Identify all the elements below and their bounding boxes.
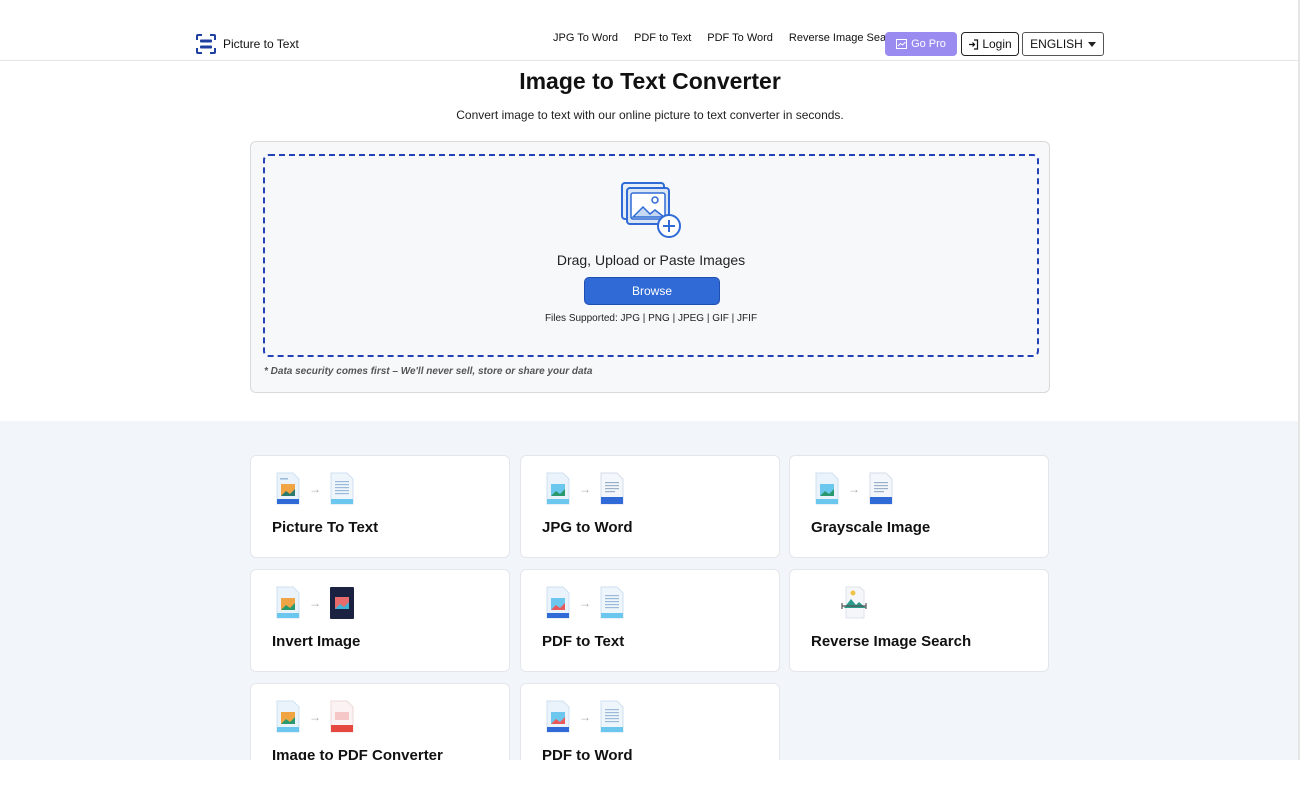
chart-icon xyxy=(896,39,908,49)
tool-card-grayscale-image[interactable]: → Grayscale Image xyxy=(789,455,1049,558)
tool-icons: → xyxy=(275,586,355,620)
txt-file-icon xyxy=(600,700,624,733)
login-icon xyxy=(969,38,979,50)
nav-pdf-to-word[interactable]: PDF To Word xyxy=(707,32,773,44)
arrow-icon: → xyxy=(309,596,321,610)
image-file-icon xyxy=(276,586,300,619)
jpg-file-icon xyxy=(815,472,839,505)
tool-icons: → xyxy=(545,700,625,734)
add-image-icon xyxy=(621,182,681,238)
tool-card-reverse-image-search[interactable]: Reverse Image Search xyxy=(789,569,1049,672)
site-header: Picture to Text JPG To Word PDF to Text … xyxy=(0,0,1300,61)
page-subtitle: Convert image to text with our online pi… xyxy=(456,108,844,122)
tool-icons: → xyxy=(275,472,355,506)
nav-jpg-to-word[interactable]: JPG To Word xyxy=(553,32,618,44)
pdf-file-icon xyxy=(546,700,570,733)
nav-pdf-to-text[interactable]: PDF to Text xyxy=(634,32,691,44)
language-select[interactable]: ENGLISH xyxy=(1022,32,1104,56)
pdf-file-icon xyxy=(330,700,354,733)
scan-text-icon xyxy=(196,34,216,54)
logo-text: Picture to Text xyxy=(223,37,299,51)
tool-icons: → xyxy=(545,586,625,620)
tool-icons: → xyxy=(814,472,894,506)
login-label: Login xyxy=(982,37,1012,51)
go-pro-button[interactable]: Go Pro xyxy=(885,32,957,56)
tool-icons: → xyxy=(545,472,625,506)
arrow-icon: → xyxy=(848,482,860,496)
security-note: * Data security comes first – We'll neve… xyxy=(264,366,593,377)
tool-name: Invert Image xyxy=(272,633,361,650)
go-pro-label: Go Pro xyxy=(911,38,946,50)
arrow-icon: → xyxy=(309,710,321,724)
viewport-bottom xyxy=(0,760,1300,788)
doc-file-icon xyxy=(869,472,893,505)
tool-card-invert-image[interactable]: → Invert Image xyxy=(250,569,510,672)
supported-formats: Files Supported: JPG | PNG | JPEG | GIF … xyxy=(544,313,758,324)
tool-card-pdf-to-text[interactable]: → PDF to Text xyxy=(520,569,780,672)
login-button[interactable]: Login xyxy=(961,32,1019,56)
chevron-down-icon xyxy=(1087,41,1096,47)
arrow-icon: → xyxy=(579,482,591,496)
tool-card-jpg-to-word[interactable]: → JPG to Word xyxy=(520,455,780,558)
arrow-icon: → xyxy=(309,482,321,496)
drag-upload-text: Drag, Upload or Paste Images xyxy=(556,252,746,268)
arrow-icon: → xyxy=(579,596,591,610)
jpg-file-icon xyxy=(276,472,300,505)
tool-icons xyxy=(840,586,868,620)
doc-file-icon xyxy=(600,472,624,505)
site-logo[interactable]: Picture to Text xyxy=(195,33,299,55)
tool-name: JPG to Word xyxy=(542,519,633,536)
arrow-icon: → xyxy=(579,710,591,724)
page-title: Image to Text Converter xyxy=(519,68,781,94)
tool-card-picture-to-text[interactable]: → Picture To Text xyxy=(250,455,510,558)
txt-file-icon xyxy=(600,586,624,619)
main-nav: JPG To Word PDF to Text PDF To Word Reve… xyxy=(545,32,911,44)
tool-name: Reverse Image Search xyxy=(811,633,972,650)
upload-dropzone[interactable]: Drag, Upload or Paste Images Browse File… xyxy=(263,154,1039,357)
tool-name: Grayscale Image xyxy=(811,519,931,536)
inverted-image-icon xyxy=(330,587,354,619)
jpg-file-icon xyxy=(546,472,570,505)
tool-name: PDF to Text xyxy=(542,633,625,650)
tool-name: Picture To Text xyxy=(272,519,379,536)
pdf-file-icon xyxy=(546,586,570,619)
upload-card: Drag, Upload or Paste Images Browse File… xyxy=(250,141,1050,393)
language-label: ENGLISH xyxy=(1030,37,1083,51)
jpg-file-icon xyxy=(276,700,300,733)
browse-button[interactable]: Browse xyxy=(584,277,720,305)
image-search-icon xyxy=(841,586,867,619)
txt-file-icon xyxy=(330,472,354,505)
tool-icons: → xyxy=(275,700,355,734)
